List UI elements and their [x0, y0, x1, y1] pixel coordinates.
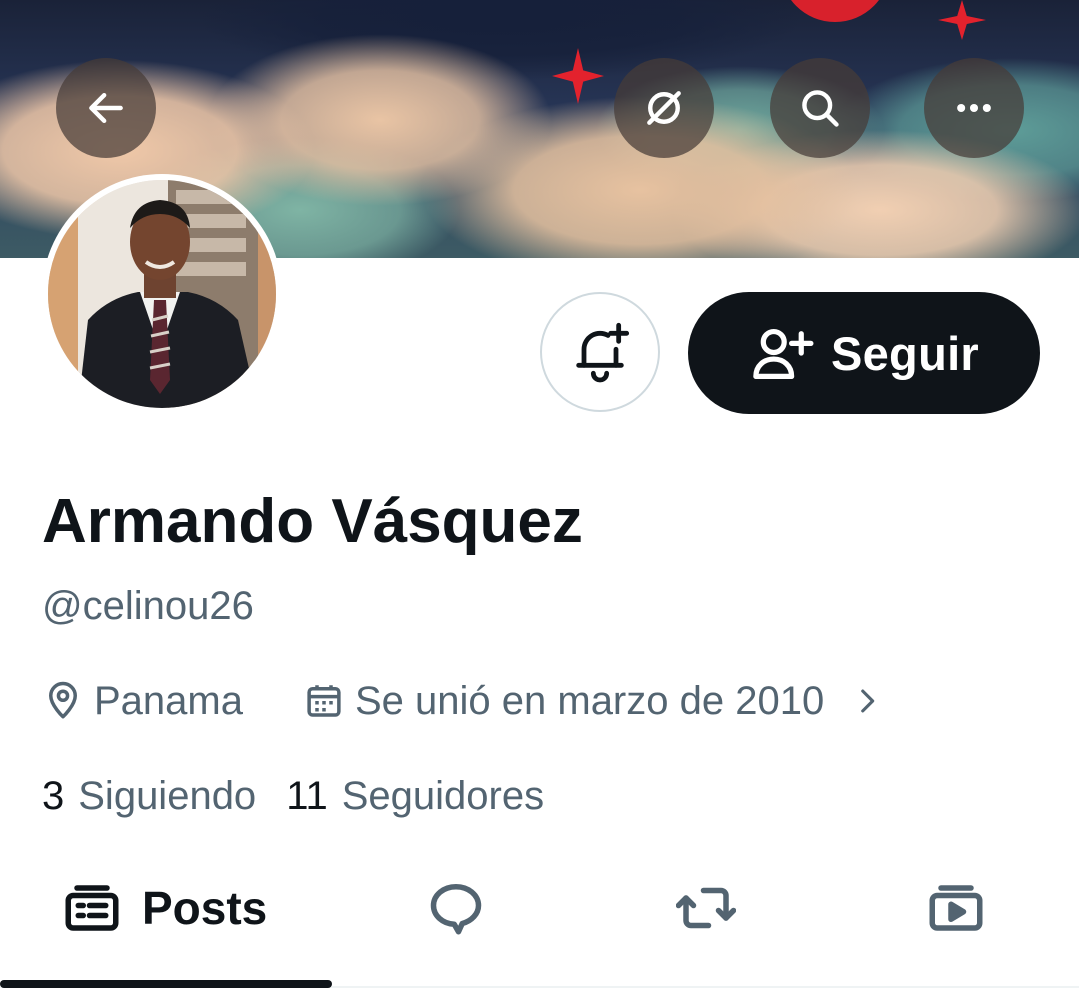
replies-icon: [430, 884, 482, 935]
followers-label: Seguidores: [341, 774, 545, 818]
grok-slash-icon: [647, 91, 681, 125]
tab-reposts[interactable]: [676, 852, 736, 964]
active-tab-indicator: [0, 980, 332, 988]
arrow-left-icon: [89, 92, 123, 124]
tab-replies[interactable]: [426, 852, 486, 964]
media-icon: [929, 885, 983, 931]
grok-button[interactable]: [614, 58, 714, 158]
posts-icon: [65, 885, 119, 931]
profile-meta: Panama Se unió en marzo de 2010: [42, 676, 884, 726]
back-button[interactable]: [56, 58, 156, 158]
tab-posts[interactable]: Posts: [62, 852, 267, 964]
following-count: 3: [42, 774, 65, 818]
location: Panama: [42, 679, 243, 724]
join-date-text: Se unió en marzo de 2010: [354, 678, 825, 723]
display-name: Armando Vásquez: [42, 487, 583, 556]
more-horizontal-icon: [957, 103, 991, 113]
notify-button[interactable]: [540, 292, 660, 412]
bell-plus-icon: [576, 322, 630, 383]
followers-count: 11: [286, 774, 328, 818]
tab-posts-label: Posts: [142, 882, 268, 934]
follow-stats: 3 Siguiendo 11 Seguidores: [42, 774, 544, 819]
tab-media[interactable]: [926, 852, 986, 964]
search-icon: [802, 90, 839, 127]
repost-icon: [676, 887, 736, 929]
join-date[interactable]: Se unió en marzo de 2010: [303, 679, 884, 724]
calendar-icon: [307, 685, 341, 717]
banner-red-star: [552, 48, 604, 104]
user-handle: @celinou26: [42, 584, 254, 628]
person-plus-icon: [753, 328, 814, 379]
avatar[interactable]: [42, 174, 282, 414]
followers-stat[interactable]: 11 Seguidores: [286, 774, 544, 819]
follow-button[interactable]: Seguir: [688, 292, 1040, 414]
location-text: Panama: [94, 678, 243, 723]
banner-red-shape: [780, 0, 890, 22]
following-label: Siguiendo: [78, 774, 257, 818]
avatar-image: [48, 180, 276, 408]
search-button[interactable]: [770, 58, 870, 158]
location-pin-icon: [49, 681, 77, 719]
follow-label: Seguir: [830, 326, 980, 380]
profile-tabs: Posts: [0, 852, 1079, 988]
following-stat[interactable]: 3 Siguiendo: [42, 774, 256, 819]
more-button[interactable]: [924, 58, 1024, 158]
avatar-portrait: [48, 180, 276, 408]
chevron-right-icon: [861, 689, 875, 713]
banner-red-star: [938, 0, 986, 40]
